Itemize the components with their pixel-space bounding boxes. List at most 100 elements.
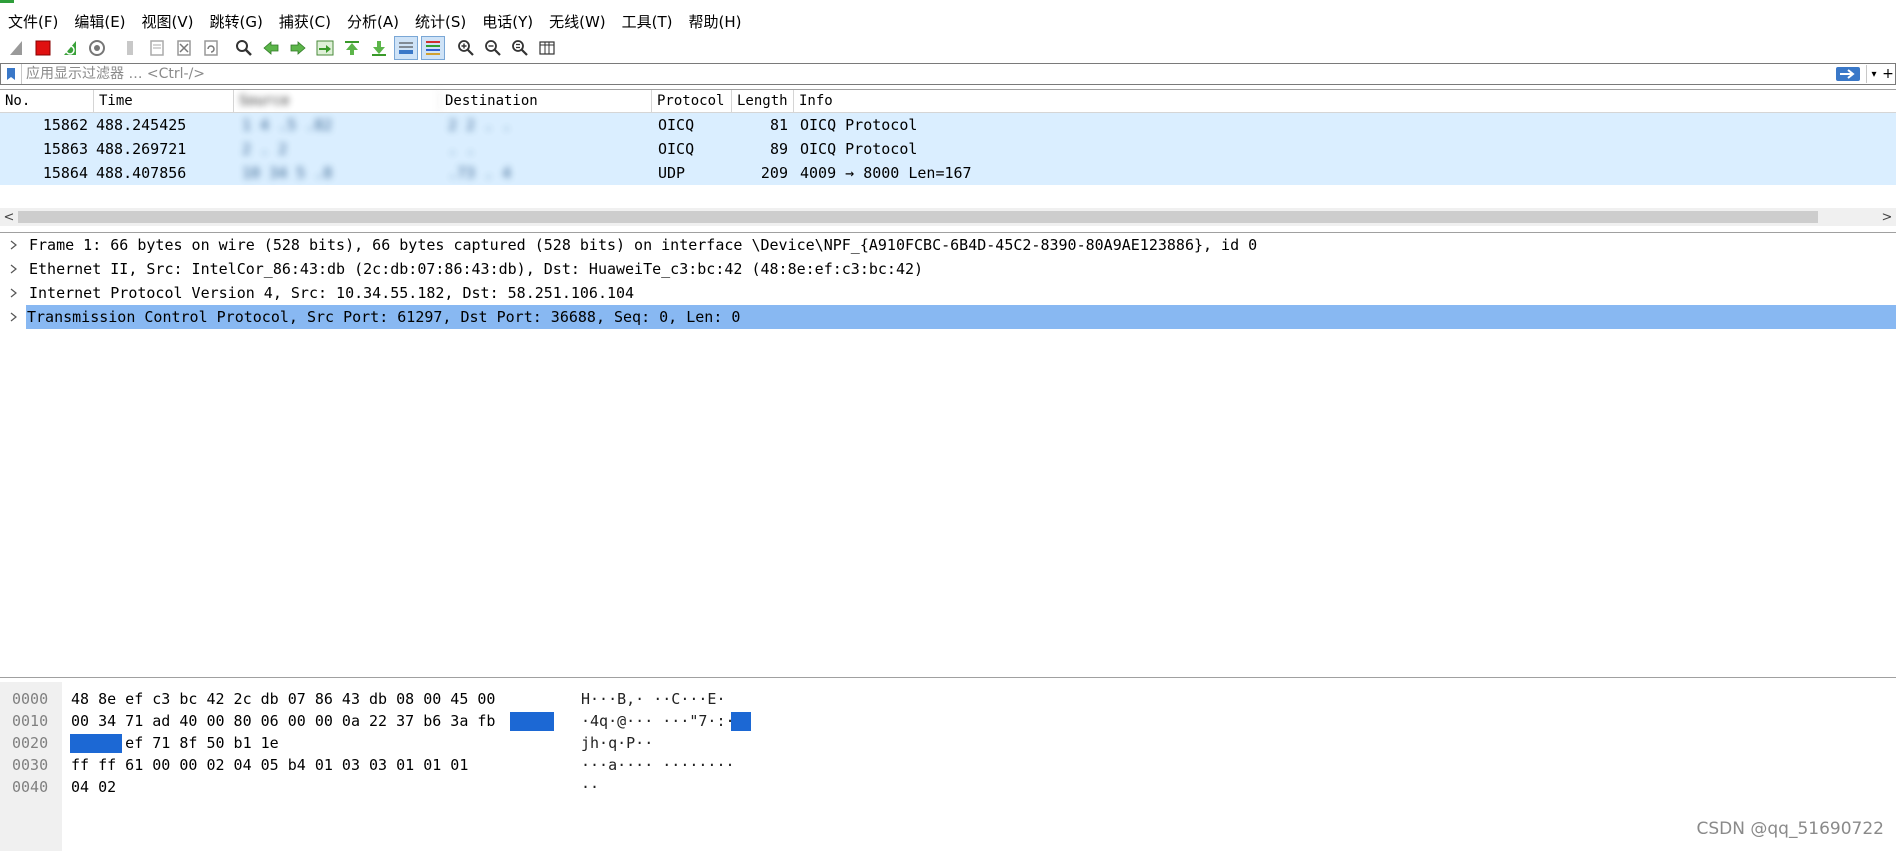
detail-text: Transmission Control Protocol, Src Port:…: [27, 308, 741, 326]
packet-destination: . .: [448, 140, 476, 158]
packet-row[interactable]: 15863 488.269721 2 . 2 . . OICQ 89 OICQ …: [0, 137, 1896, 161]
byte-offset: 0000: [12, 690, 49, 708]
byte-hex: ff ff 61 00 00 02 04 05 b4 01 03 03 01 0…: [71, 756, 469, 774]
menu-edit[interactable]: 编辑(E): [69, 11, 136, 32]
packet-no: 15863: [42, 140, 88, 158]
packet-info: OICQ Protocol: [800, 116, 918, 134]
column-header-time[interactable]: Time: [94, 90, 234, 112]
packet-length: 89: [769, 140, 788, 158]
column-header-destination[interactable]: Destination: [440, 90, 652, 112]
packet-source: 2 . 2: [242, 140, 288, 158]
byte-selection-highlight: [70, 734, 122, 753]
byte-ascii: ···a···· ········: [581, 756, 735, 774]
add-filter-button-icon[interactable]: +: [1881, 65, 1895, 83]
byte-ascii: ··: [581, 778, 600, 796]
stop-capture-icon[interactable]: [31, 36, 55, 60]
detail-tree-item-frame[interactable]: Frame 1: 66 bytes on wire (528 bits), 66…: [0, 233, 1896, 257]
column-header-no[interactable]: No.: [0, 90, 94, 112]
last-packet-icon[interactable]: [367, 36, 391, 60]
scrollbar-thumb[interactable]: [18, 211, 1818, 223]
packet-row[interactable]: 15862 488.245425 1 4 .5 .82 2 2 . . OICQ…: [0, 113, 1896, 137]
packet-length: 81: [769, 116, 788, 134]
chevron-right-icon[interactable]: [0, 288, 28, 298]
display-filter-bar: ▾ +: [0, 63, 1896, 85]
detail-text: Frame 1: 66 bytes on wire (528 bits), 66…: [29, 236, 1258, 254]
detail-text: Ethernet II, Src: IntelCor_86:43:db (2c:…: [29, 260, 924, 278]
first-packet-icon[interactable]: [340, 36, 364, 60]
ascii-selection-highlight: [731, 712, 751, 731]
bookmark-icon[interactable]: [1, 64, 22, 84]
byte-offset: 0030: [12, 756, 49, 774]
byte-offset: 0010: [12, 712, 49, 730]
menu-tools[interactable]: 工具(T): [617, 11, 684, 32]
scroll-left-arrow-icon[interactable]: <: [0, 208, 18, 226]
packet-time: 488.269721: [96, 140, 187, 158]
go-to-packet-icon[interactable]: [313, 36, 337, 60]
open-file-icon[interactable]: [118, 36, 142, 60]
byte-hex: 48 8e ef c3 bc 42 2c db 07 86 43 db 08 0…: [71, 690, 496, 708]
autoscroll-icon[interactable]: [394, 36, 418, 60]
menu-go[interactable]: 跳转(G): [205, 11, 274, 32]
packet-list-pane: No. Time Source Destination Protocol Len…: [0, 89, 1896, 226]
colorize-icon[interactable]: [421, 36, 445, 60]
apply-filter-arrow-icon[interactable]: [1834, 66, 1862, 82]
detail-tree-item-ethernet[interactable]: Ethernet II, Src: IntelCor_86:43:db (2c:…: [0, 257, 1896, 281]
column-header-info[interactable]: Info: [794, 90, 1896, 112]
menu-file[interactable]: 文件(F): [4, 11, 69, 32]
save-file-icon[interactable]: [145, 36, 169, 60]
packet-no: 15864: [42, 164, 88, 182]
packet-destination: 2 2 . .: [448, 116, 512, 134]
byte-offset: 0040: [12, 778, 49, 796]
find-packet-icon[interactable]: [232, 36, 256, 60]
go-back-icon[interactable]: [259, 36, 283, 60]
chevron-right-icon[interactable]: [0, 312, 28, 322]
menu-analyze[interactable]: 分析(A): [342, 11, 410, 32]
capture-options-icon[interactable]: [85, 36, 109, 60]
byte-ascii: ·4q·@··· ···"7·:·: [581, 712, 735, 730]
byte-ascii: H···B,· ··C···E·: [581, 690, 726, 708]
detail-text: Internet Protocol Version 4, Src: 10.34.…: [29, 284, 635, 302]
scroll-right-arrow-icon[interactable]: >: [1878, 208, 1896, 226]
restart-capture-icon[interactable]: [58, 36, 82, 60]
menu-wireless[interactable]: 无线(W): [544, 11, 617, 32]
detail-tree-item-ipv4[interactable]: Internet Protocol Version 4, Src: 10.34.…: [0, 281, 1896, 305]
chevron-right-icon[interactable]: [0, 264, 28, 274]
menu-help[interactable]: 帮助(H): [684, 11, 753, 32]
packet-source: 10 34 5 .8: [242, 164, 333, 182]
menu-view[interactable]: 视图(V): [137, 11, 205, 32]
packet-row[interactable]: 15864 488.407856 10 34 5 .8 .73 . 4 UDP …: [0, 161, 1896, 185]
byte-hex: 04 02: [71, 778, 117, 796]
window-accent: [0, 0, 14, 3]
column-header-length[interactable]: Length: [732, 90, 794, 112]
column-header-protocol[interactable]: Protocol: [652, 90, 732, 112]
byte-hex: 00 34 71 ad 40 00 80 06 00 00 0a 22 37 b…: [71, 712, 496, 730]
resize-columns-icon[interactable]: [535, 36, 559, 60]
packet-length: 209: [760, 164, 788, 182]
packet-destination: .73 . 4: [448, 164, 512, 182]
normal-size-icon[interactable]: [508, 36, 532, 60]
packet-info: OICQ Protocol: [800, 140, 918, 158]
chevron-right-icon[interactable]: [0, 240, 28, 250]
byte-offset: 0020: [12, 734, 49, 752]
filter-history-chevron-icon[interactable]: ▾: [1866, 65, 1881, 83]
detail-tree-item-tcp[interactable]: Transmission Control Protocol, Src Port:…: [0, 305, 1896, 329]
packet-list-horizontal-scrollbar[interactable]: < >: [0, 208, 1896, 226]
main-toolbar: [0, 34, 1896, 62]
shark-fin-start-icon[interactable]: [4, 36, 28, 60]
close-file-icon[interactable]: [172, 36, 196, 60]
packet-bytes-pane: 0000 48 8e ef c3 bc 42 2c db 07 86 43 db…: [0, 682, 1896, 851]
menu-telephony[interactable]: 电话(Y): [477, 11, 544, 32]
zoom-in-icon[interactable]: [454, 36, 478, 60]
byte-selection-highlight: [510, 712, 554, 731]
reload-file-icon[interactable]: [199, 36, 223, 60]
zoom-out-icon[interactable]: [481, 36, 505, 60]
packet-details-pane: Frame 1: 66 bytes on wire (528 bits), 66…: [0, 232, 1896, 678]
packet-list-header: No. Time Source Destination Protocol Len…: [0, 90, 1896, 113]
watermark: CSDN @qq_51690722: [1696, 819, 1884, 839]
menu-capture[interactable]: 捕获(C): [274, 11, 342, 32]
display-filter-input[interactable]: [22, 65, 1834, 83]
menu-statistics[interactable]: 统计(S): [410, 11, 477, 32]
packet-time: 488.245425: [96, 116, 187, 134]
column-header-source[interactable]: Source: [234, 90, 440, 112]
go-forward-icon[interactable]: [286, 36, 310, 60]
